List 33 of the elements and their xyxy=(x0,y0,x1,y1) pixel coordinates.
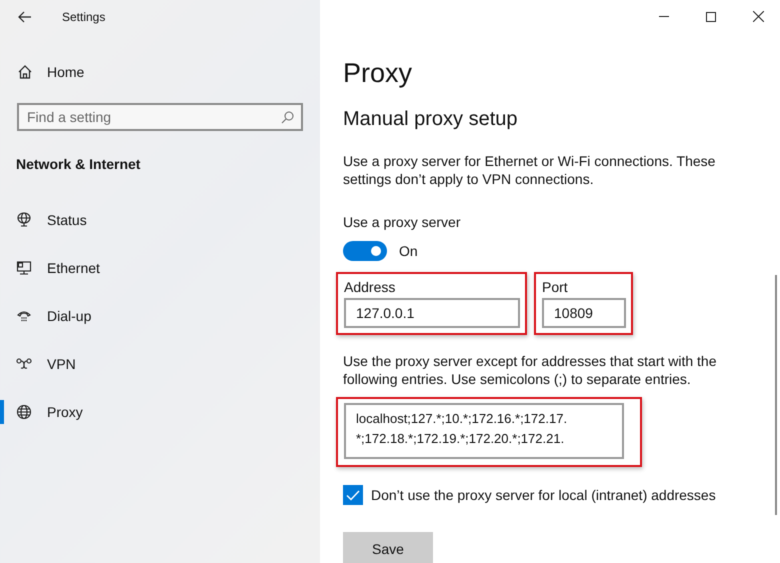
address-field[interactable]: 127.0.0.1 xyxy=(344,298,520,328)
port-field[interactable]: 10809 xyxy=(542,298,626,328)
nav-item[interactable]: Status xyxy=(0,196,320,244)
toggle-state: On xyxy=(399,243,418,259)
checkbox-label: Don’t use the proxy server for local (intranet) addresses xyxy=(371,487,716,503)
port-label: Port xyxy=(542,279,569,295)
exceptions-description: Use the proxy server except for addresses that start with the following entries. Use semicolons (;) to separate entries. xyxy=(343,352,718,388)
description: Use a proxy server for Ethernet or Wi-Fi connections. These settings don’t apply to VPN connections. xyxy=(343,152,716,188)
save-button[interactable]: Save xyxy=(343,532,433,563)
home-icon xyxy=(17,64,33,80)
checkmark-icon xyxy=(346,490,360,500)
address-label: Address xyxy=(344,279,396,295)
nav-item[interactable]: VPN xyxy=(0,340,320,388)
window-title: Settings xyxy=(62,10,106,24)
scrollbar[interactable] xyxy=(775,275,777,515)
search-icon xyxy=(281,111,294,124)
section-heading: Network & Internet xyxy=(15,156,142,172)
home-link[interactable]: Home xyxy=(0,64,320,80)
globe-icon xyxy=(16,404,32,420)
exceptions-field[interactable]: localhost;127.*;10.*;172.16.*;172.17. *;172.18.*;172.19.*;172.20.*;172.21. xyxy=(344,403,624,459)
nav-item[interactable]: Ethernet xyxy=(0,244,320,292)
back-arrow-icon[interactable] xyxy=(18,10,32,22)
computer-icon xyxy=(16,260,32,276)
nav-item[interactable]: Dial-up xyxy=(0,292,320,340)
checkbox[interactable] xyxy=(343,485,363,505)
section-title: Manual proxy setup xyxy=(343,107,519,132)
toggle-label: Use a proxy server xyxy=(343,214,462,230)
close-icon[interactable] xyxy=(753,11,764,22)
search-field[interactable]: Find a setting xyxy=(17,103,303,131)
globe-monitor-icon xyxy=(16,212,32,228)
toggle-switch[interactable] xyxy=(343,241,387,261)
maximize-icon[interactable] xyxy=(706,12,716,22)
page-title: Proxy xyxy=(343,57,414,89)
